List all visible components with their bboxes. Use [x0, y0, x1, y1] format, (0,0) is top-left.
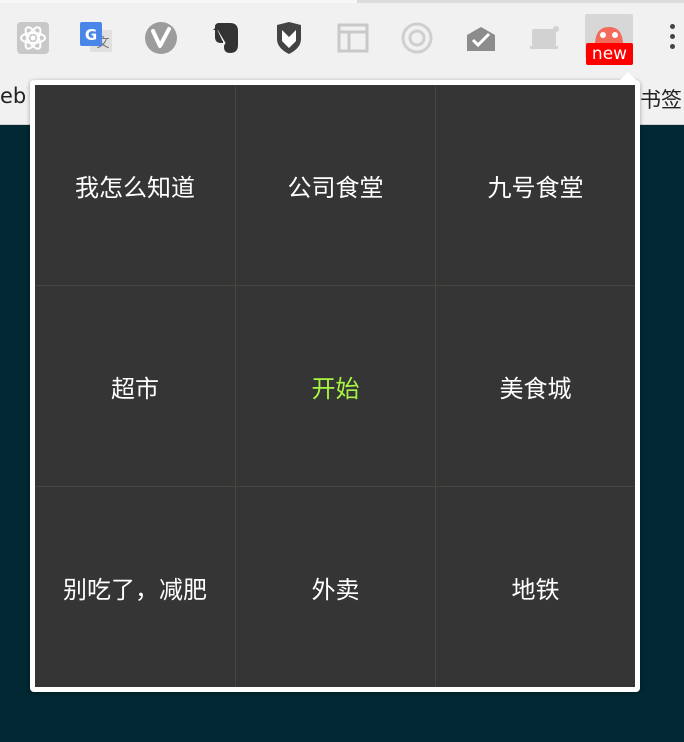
choice-cell-takeout[interactable]: 外卖: [236, 487, 436, 687]
react-devtools-button[interactable]: [15, 18, 51, 58]
choice-cell-company-canteen[interactable]: 公司食堂: [236, 85, 436, 286]
vimium-icon: [145, 22, 177, 54]
layout-grid-icon: [337, 23, 369, 53]
google-translate-button[interactable]: 文 G: [78, 18, 114, 58]
evernote-icon: [213, 23, 238, 54]
choice-cell-food-court[interactable]: 美食城: [436, 286, 635, 487]
other-bookmarks-label[interactable]: 书签: [640, 84, 682, 114]
evernote-button[interactable]: [208, 18, 244, 58]
google-translate-icon: 文 G: [80, 22, 112, 52]
inbox-check-button[interactable]: [463, 18, 499, 58]
tab-strip-edge: [0, 0, 684, 3]
choice-cell-dunno[interactable]: 我怎么知道: [35, 85, 236, 286]
target-button[interactable]: [399, 18, 435, 58]
mcafee-button[interactable]: [271, 18, 307, 58]
screen-capture-icon: [530, 26, 559, 49]
new-badge: new: [586, 43, 633, 65]
browser-toolbar: 文 G new: [0, 0, 684, 76]
choice-cell-supermarket[interactable]: 超市: [35, 286, 236, 487]
target-ring-icon: [401, 22, 433, 54]
vimium-button[interactable]: [143, 18, 179, 58]
inbox-check-icon: [467, 27, 495, 51]
extension-popup: 我怎么知道 公司食堂 九号食堂 超市 开始 美食城 别吃了，减肥 外卖 地铁: [30, 72, 640, 692]
choice-cell-canteen-nine[interactable]: 九号食堂: [436, 85, 635, 286]
mcafee-shield-icon: [277, 22, 301, 54]
choice-cell-subway[interactable]: 地铁: [436, 487, 635, 687]
choice-cell-skip-diet[interactable]: 别吃了，减肥: [35, 487, 236, 687]
screen-capture-button[interactable]: [527, 18, 563, 58]
layout-grid-button[interactable]: [335, 18, 371, 58]
bookmark-item-partial[interactable]: eb: [0, 84, 26, 108]
food-choice-grid: 我怎么知道 公司食堂 九号食堂 超市 开始 美食城 别吃了，减肥 外卖 地铁: [35, 85, 635, 687]
svg-text:G: G: [85, 26, 97, 44]
chrome-menu-icon[interactable]: [665, 24, 679, 56]
react-devtools-icon: [17, 22, 49, 54]
start-button[interactable]: 开始: [236, 286, 436, 487]
